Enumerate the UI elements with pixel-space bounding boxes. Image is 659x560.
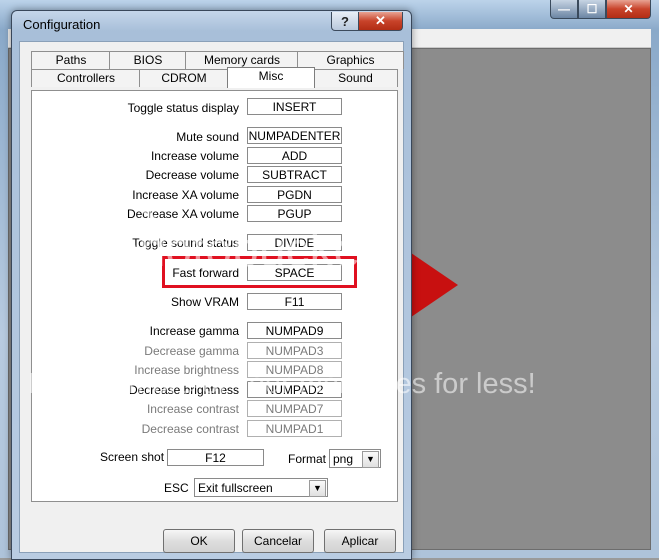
tab-misc[interactable]: Misc [227, 67, 315, 88]
chevron-down-icon[interactable]: ▼ [362, 451, 379, 468]
field-increase-gamma[interactable]: NUMPAD9 [247, 322, 342, 339]
format-select[interactable]: png ▼ [329, 449, 381, 468]
field-increase-brightness[interactable]: NUMPAD8 [247, 361, 342, 378]
label-increase-xa-volume: Increase XA volume [132, 188, 239, 202]
field-toggle-status-display[interactable]: INSERT [247, 98, 342, 115]
maximize-button[interactable]: ☐ [578, 0, 606, 19]
help-button[interactable]: ? [331, 12, 359, 31]
dialog-title: Configuration [23, 17, 101, 32]
field-decrease-contrast[interactable]: NUMPAD1 [247, 420, 342, 437]
field-show-vram[interactable]: F11 [247, 293, 342, 310]
cancel-button[interactable]: Cancelar [242, 529, 314, 553]
label-decrease-volume: Decrease volume [145, 168, 239, 182]
label-increase-brightness: Increase brightness [134, 363, 239, 377]
label-increase-contrast: Increase contrast [146, 402, 239, 416]
field-decrease-volume[interactable]: SUBTRACT [247, 166, 342, 183]
tab-sound[interactable]: Sound [313, 69, 398, 87]
label-mute-sound: Mute sound [176, 130, 239, 144]
tab-cdrom[interactable]: CDROM [139, 69, 229, 87]
field-decrease-xa-volume[interactable]: PGUP [247, 205, 342, 222]
label-screen-shot: Screen shot [100, 450, 165, 464]
field-increase-xa-volume[interactable]: PGDN [247, 186, 342, 203]
label-decrease-gamma: Decrease gamma [144, 344, 239, 358]
tab-controllers[interactable]: Controllers [31, 69, 141, 87]
apply-button[interactable]: Aplicar [324, 529, 396, 553]
ok-button[interactable]: OK [163, 529, 235, 553]
tab-bios[interactable]: BIOS [109, 51, 187, 69]
label-decrease-contrast: Decrease contrast [141, 422, 239, 436]
label-show-vram: Show VRAM [170, 295, 239, 309]
label-format: Format [288, 452, 327, 466]
format-select-value: png [333, 452, 354, 466]
minimize-button[interactable]: — [550, 0, 578, 19]
close-window-button[interactable]: ✕ [606, 0, 651, 19]
tab-paths[interactable]: Paths [31, 51, 111, 69]
esc-select[interactable]: Exit fullscreen ▼ [194, 478, 328, 497]
field-increase-volume[interactable]: ADD [247, 147, 342, 164]
chevron-down-icon[interactable]: ▼ [309, 480, 326, 497]
watermark-logo [78, 200, 164, 286]
label-toggle-status-display: Toggle status display [127, 101, 239, 115]
field-decrease-gamma[interactable]: NUMPAD3 [247, 342, 342, 359]
esc-select-value: Exit fullscreen [198, 481, 273, 495]
field-decrease-brightness[interactable]: NUMPAD2 [247, 381, 342, 398]
label-increase-volume: Increase volume [150, 149, 239, 163]
field-screen-shot[interactable]: F12 [167, 449, 264, 466]
label-increase-gamma: Increase gamma [149, 324, 239, 338]
background-window-controls: — ☐ ✕ [550, 0, 651, 19]
field-increase-contrast[interactable]: NUMPAD7 [247, 400, 342, 417]
field-toggle-sound-status[interactable]: DIVIDE [247, 234, 342, 251]
field-mute-sound[interactable]: NUMPADENTER [247, 127, 342, 144]
highlight-box [162, 256, 357, 288]
label-decrease-brightness: Decrease brightness [128, 383, 239, 397]
label-esc: ESC [164, 481, 189, 495]
dialog-close-button[interactable]: ✕ [358, 12, 403, 31]
